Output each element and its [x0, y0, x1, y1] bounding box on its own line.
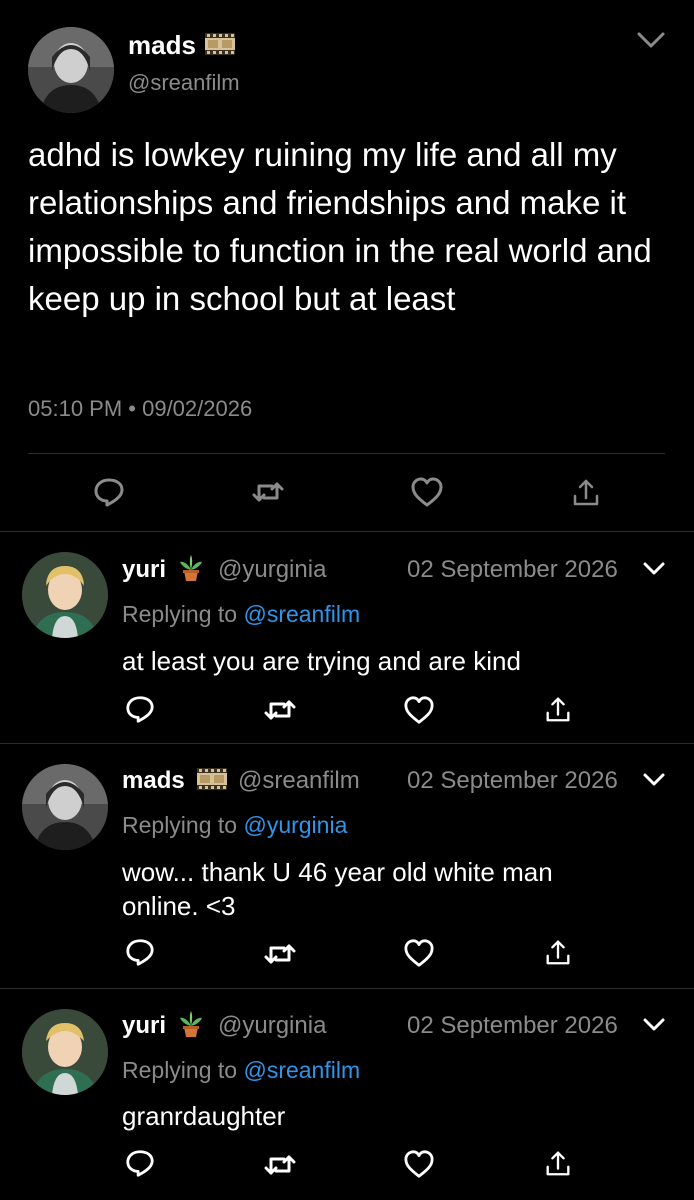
retweet-icon[interactable]	[264, 1151, 296, 1179]
user-name[interactable]: mads	[128, 30, 196, 61]
divider	[28, 453, 665, 454]
reply-icon[interactable]	[125, 937, 155, 967]
user-name[interactable]: mads	[122, 767, 185, 795]
divider	[0, 743, 694, 744]
reply-date: 02 September 2026	[407, 767, 618, 794]
film-frames-icon	[204, 30, 236, 58]
replying-label: Replying to	[122, 1057, 238, 1083]
potted-plant-icon	[176, 553, 206, 583]
mention-link[interactable]: @sreanfilm	[243, 1057, 360, 1083]
avatar[interactable]	[22, 764, 108, 850]
tweet-timestamp: 05:10 PM • 09/02/2026	[28, 396, 253, 421]
potted-plant-icon	[176, 1009, 206, 1039]
like-icon[interactable]	[410, 476, 444, 508]
user-name[interactable]: yuri	[122, 556, 166, 584]
chevron-down-icon[interactable]	[636, 30, 666, 50]
film-frames-icon	[196, 765, 228, 793]
mention-link[interactable]: @sreanfilm	[243, 601, 360, 627]
mention-link[interactable]: @yurginia	[243, 812, 347, 838]
chevron-down-icon[interactable]	[642, 1017, 666, 1033]
share-icon[interactable]	[570, 476, 602, 508]
reply-text: at least you are trying and are kind	[122, 646, 521, 676]
reply-text: granrdaughter	[122, 1101, 286, 1131]
divider	[0, 988, 694, 989]
tweet-text: adhd is lowkey ruining my life and all m…	[28, 136, 652, 317]
like-icon[interactable]	[403, 938, 435, 968]
reply-text: wow... thank U 46 year old white man onl…	[122, 857, 553, 921]
replying-to: Replying to @yurginia	[122, 812, 347, 839]
like-icon[interactable]	[403, 1149, 435, 1179]
avatar[interactable]	[22, 1009, 108, 1095]
user-handle[interactable]: @yurginia	[218, 556, 326, 584]
share-icon[interactable]	[543, 694, 573, 724]
reply-date: 02 September 2026	[407, 556, 618, 583]
reply-date: 02 September 2026	[407, 1012, 618, 1039]
retweet-icon[interactable]	[252, 478, 284, 506]
chevron-down-icon[interactable]	[642, 772, 666, 788]
chevron-down-icon[interactable]	[642, 561, 666, 577]
divider	[0, 531, 694, 532]
user-handle[interactable]: @yurginia	[218, 1012, 326, 1040]
user-name[interactable]: yuri	[122, 1012, 166, 1040]
avatar[interactable]	[28, 27, 114, 113]
user-handle[interactable]: @sreanfilm	[128, 70, 240, 96]
share-icon[interactable]	[543, 937, 573, 967]
replying-to: Replying to @sreanfilm	[122, 601, 360, 628]
replying-to: Replying to @sreanfilm	[122, 1057, 360, 1084]
like-icon[interactable]	[403, 695, 435, 725]
reply-icon[interactable]	[125, 694, 155, 724]
retweet-icon[interactable]	[264, 940, 296, 968]
replying-label: Replying to	[122, 601, 238, 627]
replying-label: Replying to	[122, 812, 238, 838]
reply-icon[interactable]	[93, 476, 125, 508]
share-icon[interactable]	[543, 1148, 573, 1178]
retweet-icon[interactable]	[264, 696, 296, 724]
reply-icon[interactable]	[125, 1148, 155, 1178]
user-handle[interactable]: @sreanfilm	[238, 767, 360, 795]
avatar[interactable]	[22, 552, 108, 638]
